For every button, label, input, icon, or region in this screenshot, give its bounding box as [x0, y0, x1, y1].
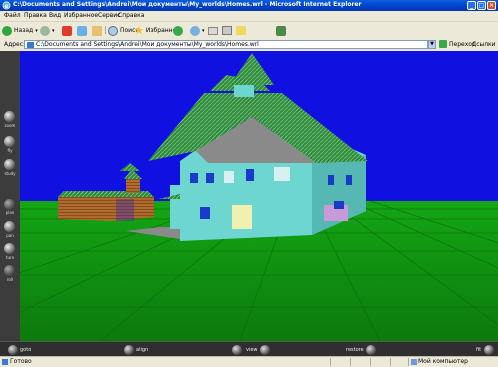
- edit-button[interactable]: [236, 24, 246, 37]
- refresh-button[interactable]: [77, 24, 87, 37]
- study-button-icon[interactable]: [4, 159, 15, 170]
- star-icon: ★: [134, 23, 144, 37]
- view-button-icon[interactable]: [232, 345, 242, 355]
- links-button[interactable]: Ссылки: [472, 41, 496, 48]
- menu-help[interactable]: Справка: [118, 12, 144, 19]
- address-label: Адрес:: [4, 41, 26, 48]
- status-bar: Готово Мой компьютер: [0, 356, 498, 367]
- edit-icon: [236, 26, 246, 35]
- media-button[interactable]: [173, 24, 183, 37]
- mail-button[interactable]: [208, 24, 218, 37]
- address-dropdown-icon[interactable]: ▼: [428, 40, 436, 49]
- goto-button-icon[interactable]: [8, 345, 18, 355]
- back-label: Назад: [14, 27, 34, 34]
- fit-label: fit: [476, 347, 482, 353]
- history-button[interactable]: ▾: [190, 24, 205, 37]
- pan-label: pan: [6, 233, 14, 238]
- address-value: C:\Documents and Settings\Andrei\Мои док…: [36, 41, 259, 48]
- print-icon: [222, 26, 232, 35]
- view-label: view: [246, 347, 258, 353]
- mail-icon: [208, 26, 218, 35]
- fly-label: fly: [7, 148, 13, 153]
- window-title: C:\Documents and Settings\Andrei\Мои док…: [13, 1, 362, 8]
- back-button[interactable]: Назад ▾: [2, 24, 38, 37]
- plan-label: plan: [5, 210, 15, 215]
- address-input[interactable]: C:\Documents and Settings\Andrei\Мои док…: [24, 40, 428, 49]
- computer-icon: [411, 359, 417, 365]
- internet-explorer-icon: e: [2, 1, 11, 10]
- close-button[interactable]: ×: [487, 1, 496, 10]
- roll-label: roll: [6, 277, 14, 282]
- file-icon: [27, 42, 34, 48]
- svg-text:e: e: [4, 3, 8, 10]
- view-next-icon[interactable]: [260, 345, 270, 355]
- go-button[interactable]: Переход: [439, 40, 476, 48]
- toolbar: Назад ▾ ▾ Поиск ★ Избранное ▾: [0, 22, 498, 40]
- roll-button-icon[interactable]: [4, 265, 15, 276]
- menu-favorites[interactable]: Избранное: [64, 12, 98, 19]
- turn-label: turn: [5, 255, 15, 260]
- 3d-scene[interactable]: [20, 51, 498, 341]
- refresh-icon: [77, 25, 87, 36]
- viewer-nav-bar: goto align view restore fit: [0, 341, 498, 357]
- minimize-button[interactable]: _: [467, 1, 476, 10]
- viewer-side-panel: zoom fly study plan pan turn roll: [0, 51, 20, 341]
- go-arrow-icon: [439, 40, 447, 48]
- home-icon: [92, 25, 102, 36]
- restore-label: restore: [346, 347, 364, 353]
- menu-file[interactable]: Файл: [4, 12, 21, 19]
- back-arrow-icon: [2, 25, 12, 36]
- study-label: study: [4, 171, 16, 176]
- restore-button-icon[interactable]: [366, 345, 376, 355]
- status-text: Готово: [10, 358, 32, 365]
- menu-view[interactable]: Вид: [49, 12, 61, 19]
- title-bar: e C:\Documents and Settings\Andrei\Мои д…: [0, 0, 498, 11]
- security-zone: Мой компьютер: [418, 358, 468, 365]
- messenger-button[interactable]: [276, 24, 286, 37]
- home-button[interactable]: [92, 24, 102, 37]
- zoom-button-icon[interactable]: [4, 111, 15, 122]
- fly-button-icon[interactable]: [4, 136, 15, 147]
- fit-button-icon[interactable]: [484, 345, 494, 355]
- align-label: align: [136, 347, 149, 353]
- menu-edit[interactable]: Правка: [24, 12, 47, 19]
- plan-button-icon[interactable]: [4, 199, 15, 210]
- forward-button[interactable]: ▾: [40, 24, 55, 37]
- messenger-icon: [276, 25, 286, 36]
- search-icon: [108, 25, 118, 36]
- goto-label: goto: [20, 347, 32, 353]
- page-icon: [2, 359, 8, 365]
- history-icon: [190, 25, 200, 36]
- zoom-label: zoom: [4, 123, 16, 128]
- print-button[interactable]: [222, 24, 232, 37]
- maximize-button[interactable]: □: [477, 1, 486, 10]
- turn-button-icon[interactable]: [4, 243, 15, 254]
- menu-bar: Файл Правка Вид Избранное Сервис Справка: [0, 11, 498, 22]
- pan-button-icon[interactable]: [4, 221, 15, 232]
- forward-arrow-icon: [40, 25, 50, 36]
- align-button-icon[interactable]: [124, 345, 134, 355]
- stop-button[interactable]: [62, 24, 72, 37]
- stop-icon: [62, 25, 72, 36]
- media-icon: [173, 25, 183, 36]
- vrml-viewer[interactable]: zoom fly study plan pan turn roll goto a…: [0, 51, 498, 357]
